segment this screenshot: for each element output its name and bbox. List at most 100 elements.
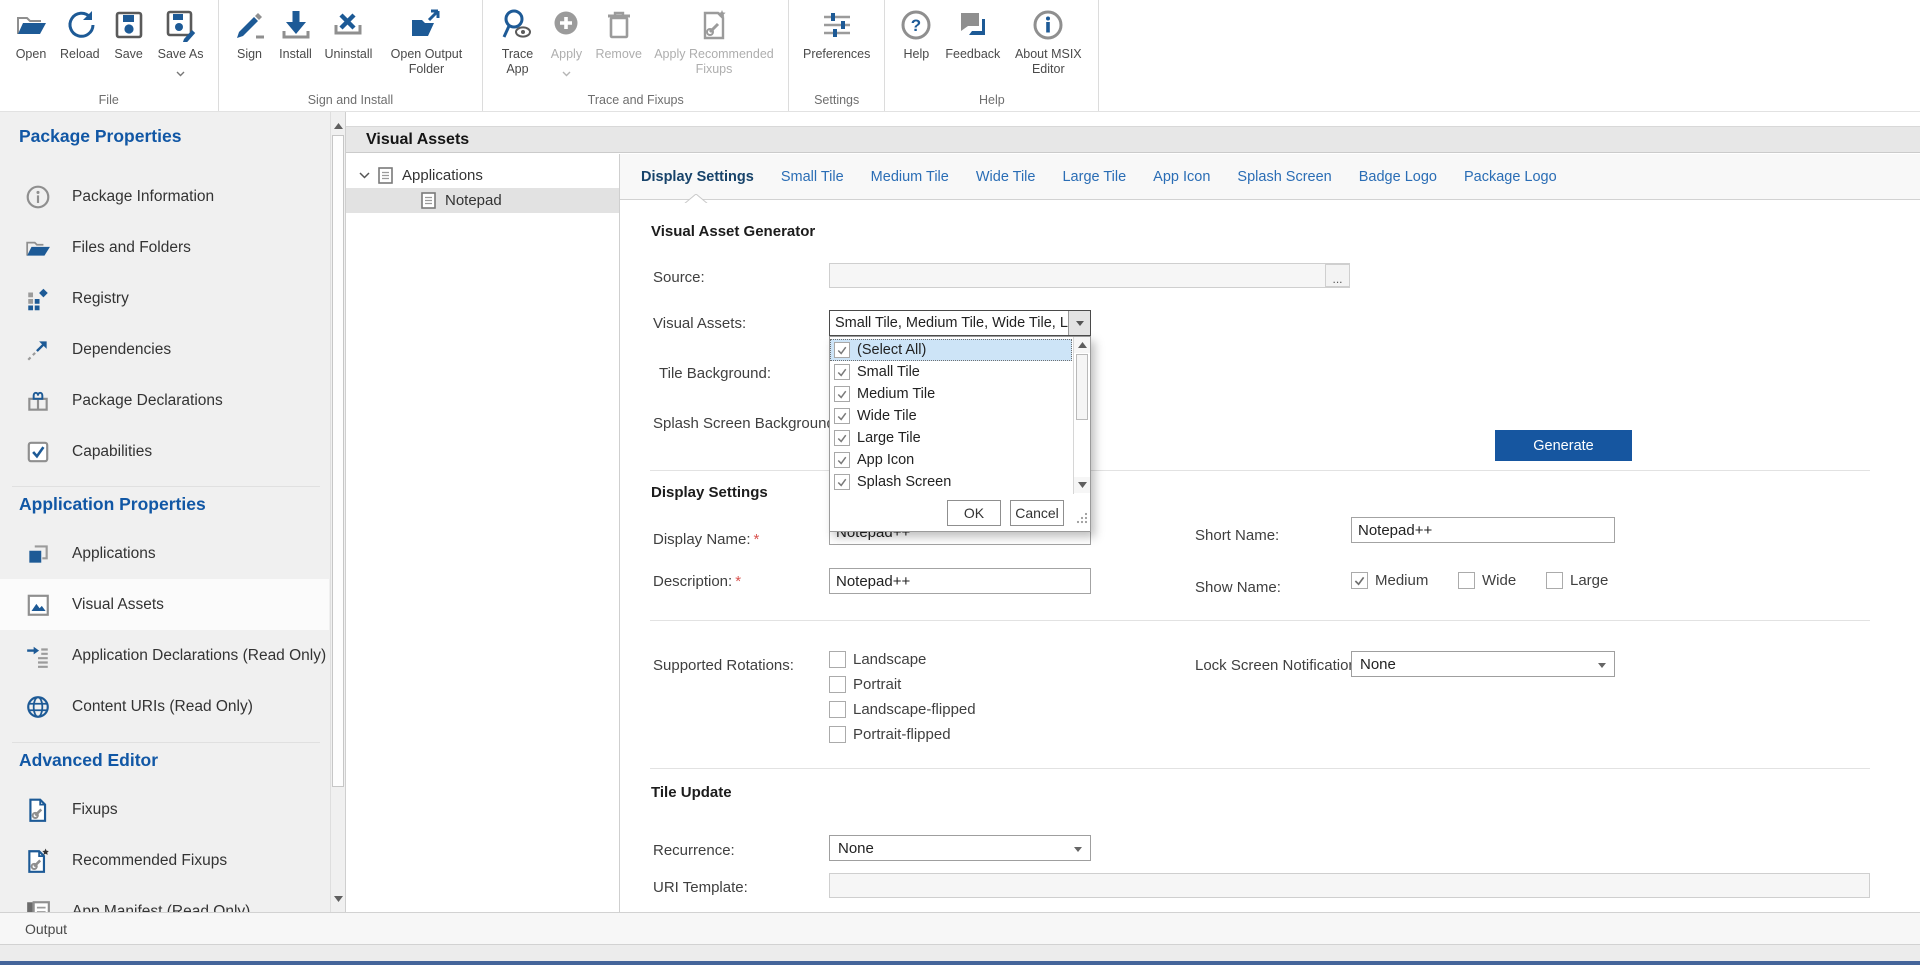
save-as-button[interactable]: Save As xyxy=(152,5,210,82)
trace-app-button[interactable]: Trace App xyxy=(491,5,543,77)
chevron-down-icon[interactable] xyxy=(176,64,185,82)
checkbox-unchecked[interactable] xyxy=(1458,572,1475,589)
tab-splash-screen[interactable]: Splash Screen xyxy=(1237,169,1331,185)
tree-node-applications[interactable]: Applications xyxy=(346,163,619,188)
checkbox-checked[interactable] xyxy=(834,386,850,402)
scroll-down-icon[interactable] xyxy=(1074,477,1090,493)
tab-package-logo[interactable]: Package Logo xyxy=(1464,169,1557,185)
tab-large-tile[interactable]: Large Tile xyxy=(1062,169,1126,185)
ribbon-group-help: ? Help Feedback About MSIX Editor Help xyxy=(885,0,1099,111)
checkbox-label: Large xyxy=(1570,572,1608,589)
checkbox-unchecked[interactable] xyxy=(829,726,846,743)
sidebar-item-application-declarations[interactable]: Application Declarations (Read Only) xyxy=(0,630,329,681)
visual-assets-combobox[interactable]: Small Tile, Medium Tile, Wide Tile, Larg… xyxy=(829,310,1091,336)
uninstall-button[interactable]: Uninstall xyxy=(319,5,379,62)
sidebar-item-app-manifest[interactable]: App Manifest (Read Only) xyxy=(0,886,329,912)
checkbox-unchecked[interactable] xyxy=(1546,572,1563,589)
sidebar-item-content-uris[interactable]: Content URIs (Read Only) xyxy=(0,681,329,732)
sidebar-item-dependencies[interactable]: Dependencies xyxy=(0,324,329,375)
resize-grip-icon[interactable] xyxy=(1075,511,1088,529)
sidebar-item-capabilities[interactable]: Capabilities xyxy=(0,426,329,477)
description-input[interactable] xyxy=(829,568,1091,594)
scroll-up-icon[interactable] xyxy=(331,117,345,134)
chevron-down-icon[interactable] xyxy=(359,172,370,179)
short-name-input[interactable] xyxy=(1351,517,1615,543)
tab-small-tile[interactable]: Small Tile xyxy=(781,169,844,185)
dropdown-scrollbar[interactable] xyxy=(1073,337,1090,494)
dropdown-item-medium-tile[interactable]: Medium Tile xyxy=(830,383,1072,405)
tab-medium-tile[interactable]: Medium Tile xyxy=(871,169,949,185)
sidebar-scrollbar-thumb[interactable] xyxy=(332,135,344,787)
browse-button[interactable]: ... xyxy=(1325,264,1350,287)
dropdown-item-large-tile[interactable]: Large Tile xyxy=(830,427,1072,449)
scroll-up-icon[interactable] xyxy=(1074,337,1090,353)
open-button[interactable]: Open xyxy=(8,5,54,62)
tree-node-notepad[interactable]: Notepad xyxy=(346,188,619,213)
open-label: Open xyxy=(16,47,47,62)
ok-button[interactable]: OK xyxy=(947,500,1001,526)
output-panel-header[interactable]: Output xyxy=(0,912,1920,945)
sidebar-item-fixups[interactable]: Fixups xyxy=(0,784,329,835)
feedback-button[interactable]: Feedback xyxy=(939,5,1006,62)
generate-button[interactable]: Generate xyxy=(1495,430,1632,461)
show-name-large-checkbox[interactable]: Large xyxy=(1546,572,1608,589)
ribbon-group-label-trace-fixups: Trace and Fixups xyxy=(483,93,788,107)
checkbox-checked[interactable] xyxy=(834,408,850,424)
display-settings-heading: Display Settings xyxy=(651,484,768,501)
sidebar-item-visual-assets[interactable]: Visual Assets xyxy=(0,579,329,630)
rotation-portrait-checkbox[interactable]: Portrait xyxy=(829,676,901,693)
tab-app-icon[interactable]: App Icon xyxy=(1153,169,1210,185)
about-msix-editor-button[interactable]: About MSIX Editor xyxy=(1006,5,1090,77)
help-button[interactable]: ? Help xyxy=(893,5,939,62)
checkbox-checked[interactable] xyxy=(834,364,850,380)
rotation-landscape-checkbox[interactable]: Landscape xyxy=(829,651,926,668)
checkbox-unchecked[interactable] xyxy=(829,676,846,693)
rotation-landscape-flipped-checkbox[interactable]: Landscape-flipped xyxy=(829,701,976,718)
tab-display-settings[interactable]: Display Settings xyxy=(641,169,754,185)
scroll-down-icon[interactable] xyxy=(331,890,345,907)
combobox-dropdown-button[interactable] xyxy=(1068,311,1090,335)
save-button[interactable]: Save xyxy=(106,5,152,62)
install-button[interactable]: Install xyxy=(273,5,319,62)
lock-screen-notifications-select[interactable]: None xyxy=(1351,651,1615,677)
dropdown-item-select-all[interactable]: (Select All) xyxy=(830,339,1072,361)
checkbox-checked[interactable] xyxy=(834,474,850,490)
uri-template-input[interactable] xyxy=(829,873,1870,898)
show-name-wide-checkbox[interactable]: Wide xyxy=(1458,572,1516,589)
rotation-portrait-flipped-checkbox[interactable]: Portrait-flipped xyxy=(829,726,951,743)
sidebar-scrollbar[interactable] xyxy=(330,112,345,912)
sidebar-item-package-declarations[interactable]: Package Declarations xyxy=(0,375,329,426)
checkbox-checked[interactable] xyxy=(834,430,850,446)
open-output-folder-button[interactable]: Open Output Folder xyxy=(378,5,474,77)
source-input[interactable] xyxy=(829,263,1350,288)
recurrence-select[interactable]: None xyxy=(829,835,1091,861)
sidebar-item-registry[interactable]: Registry xyxy=(0,273,329,324)
dropdown-item-app-icon[interactable]: App Icon xyxy=(830,449,1072,471)
sign-label: Sign xyxy=(237,47,262,62)
reload-button[interactable]: Reload xyxy=(54,5,106,62)
sidebar-item-files-and-folders[interactable]: Files and Folders xyxy=(0,222,329,273)
dropdown-item-wide-tile[interactable]: Wide Tile xyxy=(830,405,1072,427)
sidebar-item-applications[interactable]: Applications xyxy=(0,528,329,579)
sign-button[interactable]: Sign xyxy=(227,5,273,62)
sidebar-item-package-information[interactable]: Package Information xyxy=(0,171,329,222)
ribbon-group-label-sign-install: Sign and Install xyxy=(219,93,483,107)
checkbox-checked[interactable] xyxy=(834,342,850,358)
checkbox-unchecked[interactable] xyxy=(829,701,846,718)
cancel-button[interactable]: Cancel xyxy=(1010,500,1064,526)
checkbox-checked[interactable] xyxy=(834,452,850,468)
applications-tree-panel: Applications Notepad xyxy=(346,154,620,912)
sidebar-item-recommended-fixups[interactable]: Recommended Fixups xyxy=(0,835,329,886)
preferences-button[interactable]: Preferences xyxy=(797,5,876,62)
dropdown-scrollbar-thumb[interactable] xyxy=(1076,354,1088,420)
dropdown-item-small-tile[interactable]: Small Tile xyxy=(830,361,1072,383)
tab-badge-logo[interactable]: Badge Logo xyxy=(1359,169,1437,185)
show-name-medium-checkbox[interactable]: Medium xyxy=(1351,572,1428,589)
checkbox-label: Landscape xyxy=(853,651,926,668)
sidebar-item-label: Capabilities xyxy=(72,443,152,461)
tab-wide-tile[interactable]: Wide Tile xyxy=(976,169,1036,185)
dropdown-item-splash-screen[interactable]: Splash Screen xyxy=(830,471,1072,493)
checkbox-unchecked[interactable] xyxy=(829,651,846,668)
sidebar-item-label: Application Declarations (Read Only) xyxy=(72,647,326,665)
checkbox-checked[interactable] xyxy=(1351,572,1368,589)
